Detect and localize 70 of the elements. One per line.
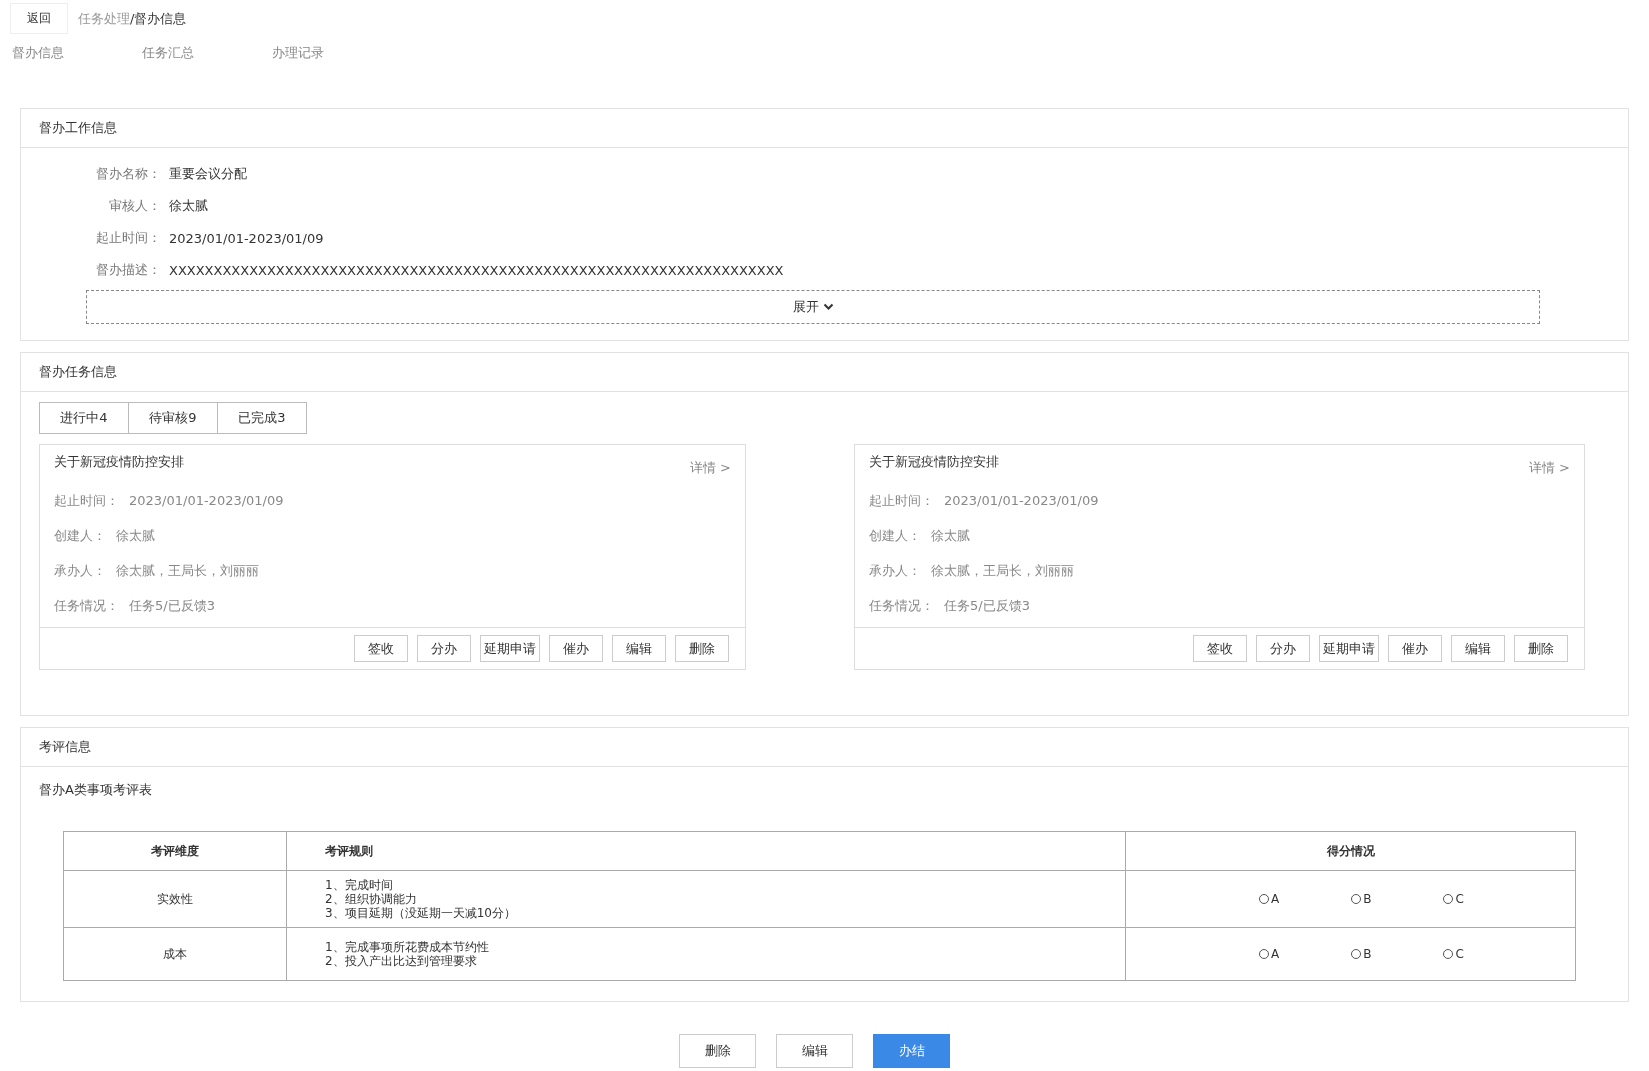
footer-button[interactable]: 编辑 [776,1034,853,1068]
action-button[interactable]: 分办 [1256,635,1310,662]
chevron-down-icon [822,303,834,311]
radio-option[interactable]: B [1351,892,1372,906]
panel-title: 督办工作信息 [21,109,1628,148]
field-label: 督办描述： [95,261,161,279]
field-value: 徐太腻，王局长，刘丽丽 [115,561,259,580]
field-value: 任务5/已反馈3 [128,596,215,615]
action-button[interactable]: 编辑 [1451,635,1505,662]
panel-title: 督办任务信息 [21,353,1628,392]
status-tab[interactable]: 进行中4 [39,402,129,434]
footer-button[interactable]: 办结 [873,1034,950,1068]
field-value: 重要会议分配 [168,165,247,183]
action-button[interactable]: 延期申请 [480,635,540,662]
back-button[interactable]: 返回 [10,3,68,34]
field-value: 徐太腻，王局长，刘丽丽 [930,561,1074,580]
action-button[interactable]: 删除 [1514,635,1568,662]
field-value: 任务5/已反馈3 [943,596,1030,615]
field-label: 督办名称： [95,165,161,183]
action-button[interactable]: 签收 [1193,635,1247,662]
action-button[interactable]: 签收 [354,635,408,662]
table-cell: 1、完成事项所花费成本节约性 2、投入产出比达到管理要求 [286,927,1126,981]
action-button[interactable]: 延期申请 [1319,635,1379,662]
field-value: XXXXXXXXXXXXXXXXXXXXXXXXXXXXXXXXXXXXXXXXXXXXXXXXXXXXXXXXXXXXXXXXXXXXX [168,262,784,278]
column-header: 得分情况 [1125,831,1576,871]
action-button[interactable]: 删除 [675,635,729,662]
field-value: 徐太腻 [115,526,155,545]
field-value: 2023/01/01-2023/01/09 [943,493,1099,508]
expand-button[interactable]: 展开 [86,290,1540,324]
field-label: 任务情况： [869,596,934,615]
detail-link[interactable]: 详情 > [1528,459,1570,477]
action-button[interactable]: 编辑 [612,635,666,662]
page-tab[interactable]: 任务汇总 [142,44,194,68]
radio-option[interactable]: A [1259,892,1280,906]
status-tab[interactable]: 已完成3 [217,402,307,434]
table-cell: 成本 [63,927,287,981]
table-cell: 实效性 [63,870,287,928]
field-label: 审核人： [108,197,161,215]
radio-option[interactable]: A [1259,947,1280,961]
detail-link[interactable]: 详情 > [689,459,731,477]
field-value: 2023/01/01-2023/01/09 [168,230,324,246]
field-label: 起止时间： [869,491,934,510]
page-tab[interactable]: 办理记录 [272,44,324,68]
field-label: 起止时间： [54,491,119,510]
field-value: 徐太腻 [930,526,970,545]
page-tab[interactable]: 督办信息 [12,44,64,68]
column-header: 考评规则 [286,831,1126,871]
status-tab[interactable]: 待审核9 [128,402,218,434]
radio-option[interactable]: B [1351,947,1372,961]
table-title: 督办A类事项考评表 [38,781,153,799]
action-button[interactable]: 催办 [1388,635,1442,662]
action-button[interactable]: 分办 [417,635,471,662]
table-cell: 1、完成时间 2、组织协调能力 3、项目延期（没延期一天减10分） [286,870,1126,928]
field-label: 承办人： [869,561,921,580]
field-label: 任务情况： [54,596,119,615]
field-value: 2023/01/01-2023/01/09 [128,493,284,508]
action-button[interactable]: 催办 [549,635,603,662]
radio-option[interactable]: C [1443,892,1464,906]
radio-option[interactable]: C [1443,947,1464,961]
field-value: 徐太腻 [168,197,208,215]
field-label: 起止时间： [95,229,161,247]
field-label: 创建人： [54,526,106,545]
card-title: 关于新冠疫情防控安排 [869,453,999,471]
field-label: 承办人： [54,561,106,580]
panel-title: 考评信息 [21,728,1628,767]
column-header: 考评维度 [63,831,287,871]
footer-button[interactable]: 删除 [679,1034,756,1068]
card-title: 关于新冠疫情防控安排 [54,453,184,471]
field-label: 创建人： [869,526,921,545]
breadcrumb-item: /督办信息 [130,10,187,26]
